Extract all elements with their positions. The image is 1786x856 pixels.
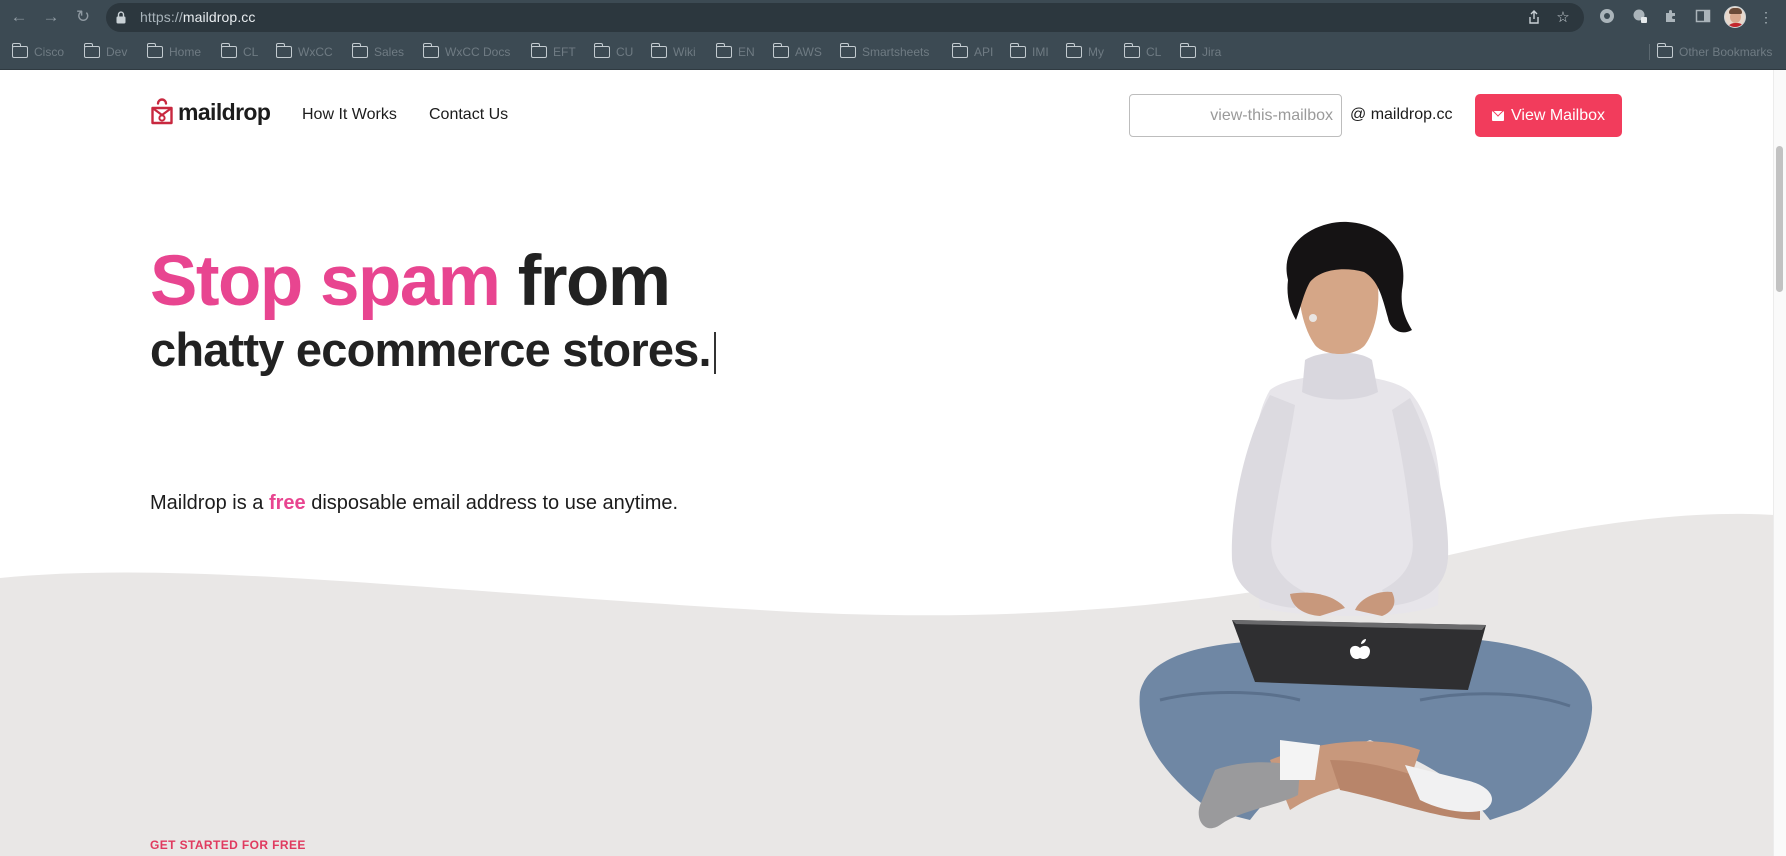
- folder-icon: [351, 43, 368, 58]
- bookmark-folder[interactable]: CL: [220, 43, 258, 60]
- maildrop-logo[interactable]: maildrop: [150, 98, 271, 126]
- bookmark-folder[interactable]: EN: [715, 43, 755, 60]
- nav-contact-us[interactable]: Contact Us: [429, 106, 508, 124]
- bookmark-folder[interactable]: API: [951, 43, 993, 60]
- folder-icon: [275, 43, 292, 58]
- page-viewport: maildrop How It Works Contact Us @ maild…: [0, 70, 1786, 856]
- reload-icon[interactable]: ↻: [73, 7, 93, 27]
- bookmark-folder[interactable]: CU: [593, 43, 633, 60]
- browser-toolbar: ← → ↻ https://maildrop.cc ☆ ⋮: [0, 0, 1786, 34]
- bookmark-folder[interactable]: Cisco: [11, 43, 64, 60]
- bookmark-folder[interactable]: WxCC: [275, 43, 333, 60]
- extension-icon[interactable]: [1631, 8, 1649, 26]
- profile-avatar[interactable]: [1724, 6, 1746, 28]
- view-mailbox-button[interactable]: View Mailbox: [1475, 94, 1622, 137]
- bookmark-folder[interactable]: WxCC Docs: [422, 43, 510, 60]
- folder-icon: [951, 43, 968, 58]
- folder-icon: [715, 43, 732, 58]
- side-panel-icon[interactable]: [1694, 8, 1712, 26]
- folder-icon: [1009, 43, 1026, 58]
- bookmark-star-icon[interactable]: ☆: [1554, 9, 1572, 27]
- hero-tagline: Maildrop is a free disposable email addr…: [150, 492, 679, 514]
- mailbox-name-input[interactable]: [1129, 94, 1342, 137]
- domain-suffix: @ maildrop.cc: [1350, 106, 1453, 123]
- bookmark-folder[interactable]: Jira: [1179, 43, 1221, 60]
- folder-icon: [1123, 43, 1140, 58]
- bookmarks-divider: [1649, 44, 1650, 60]
- nav-how-it-works[interactable]: How It Works: [302, 106, 397, 124]
- hero-headline: Stop spam from: [150, 242, 671, 322]
- hero-subheadline: chatty ecommerce stores.: [150, 322, 716, 378]
- folder-icon: [11, 43, 28, 58]
- url-text: https://maildrop.cc: [140, 9, 256, 25]
- scrollbar-thumb[interactable]: [1776, 146, 1783, 292]
- menu-kebab-icon[interactable]: ⋮: [1757, 8, 1775, 26]
- folder-icon: [530, 43, 547, 58]
- bookmark-folder[interactable]: Home: [146, 43, 201, 60]
- folder-icon: [146, 43, 163, 58]
- folder-icon: [1656, 43, 1673, 58]
- back-arrow-icon[interactable]: ←: [9, 7, 29, 27]
- free-highlight: free: [268, 492, 306, 514]
- folder-icon: [839, 43, 856, 58]
- folder-icon: [593, 43, 610, 58]
- bookmark-folder[interactable]: Wiki: [650, 43, 696, 60]
- puzzle-icon[interactable]: [1662, 8, 1680, 26]
- headline-rest: from: [517, 242, 671, 321]
- bookmark-folder[interactable]: CL: [1123, 43, 1161, 60]
- person-with-laptop-illustration: [1139, 221, 1593, 829]
- folder-icon: [1065, 43, 1082, 58]
- bookmark-folder[interactable]: EFT: [530, 43, 576, 60]
- get-started-label: GET STARTED FOR FREE: [150, 838, 306, 852]
- bookmark-folder[interactable]: Smartsheets: [839, 43, 929, 60]
- bookmark-folder[interactable]: IMI: [1009, 43, 1049, 60]
- folder-icon: [220, 43, 237, 58]
- bookmark-folder[interactable]: My: [1065, 43, 1104, 60]
- folder-icon: [422, 43, 439, 58]
- folder-icon: [1179, 43, 1196, 58]
- folder-icon: [772, 43, 789, 58]
- headline-accent: Stop spam: [150, 242, 501, 321]
- folder-icon: [83, 43, 100, 58]
- view-mailbox-label: View Mailbox: [1511, 106, 1605, 124]
- lock-icon: [116, 11, 126, 24]
- typed-text: chatty ecommerce stores.: [150, 323, 712, 376]
- other-bookmarks-folder[interactable]: Other Bookmarks: [1656, 43, 1772, 60]
- bookmark-folder[interactable]: AWS: [772, 43, 822, 60]
- bookmarks-bar: Cisco Dev Home CL WxCC Sales WxCC Docs E…: [0, 34, 1786, 70]
- forward-arrow-icon[interactable]: →: [41, 7, 61, 27]
- typing-caret: [713, 332, 716, 374]
- logo-text: maildrop: [178, 98, 271, 125]
- address-bar[interactable]: https://maildrop.cc ☆: [106, 3, 1584, 32]
- page-scrollbar[interactable]: [1773, 70, 1786, 856]
- maildrop-logo-icon: [151, 98, 173, 125]
- envelope-icon: [1492, 110, 1505, 121]
- extension-icon[interactable]: [1598, 8, 1616, 26]
- share-icon[interactable]: [1525, 9, 1543, 27]
- folder-icon: [650, 43, 667, 58]
- bookmark-folder[interactable]: Dev: [83, 43, 127, 60]
- bookmark-folder[interactable]: Sales: [351, 43, 404, 60]
